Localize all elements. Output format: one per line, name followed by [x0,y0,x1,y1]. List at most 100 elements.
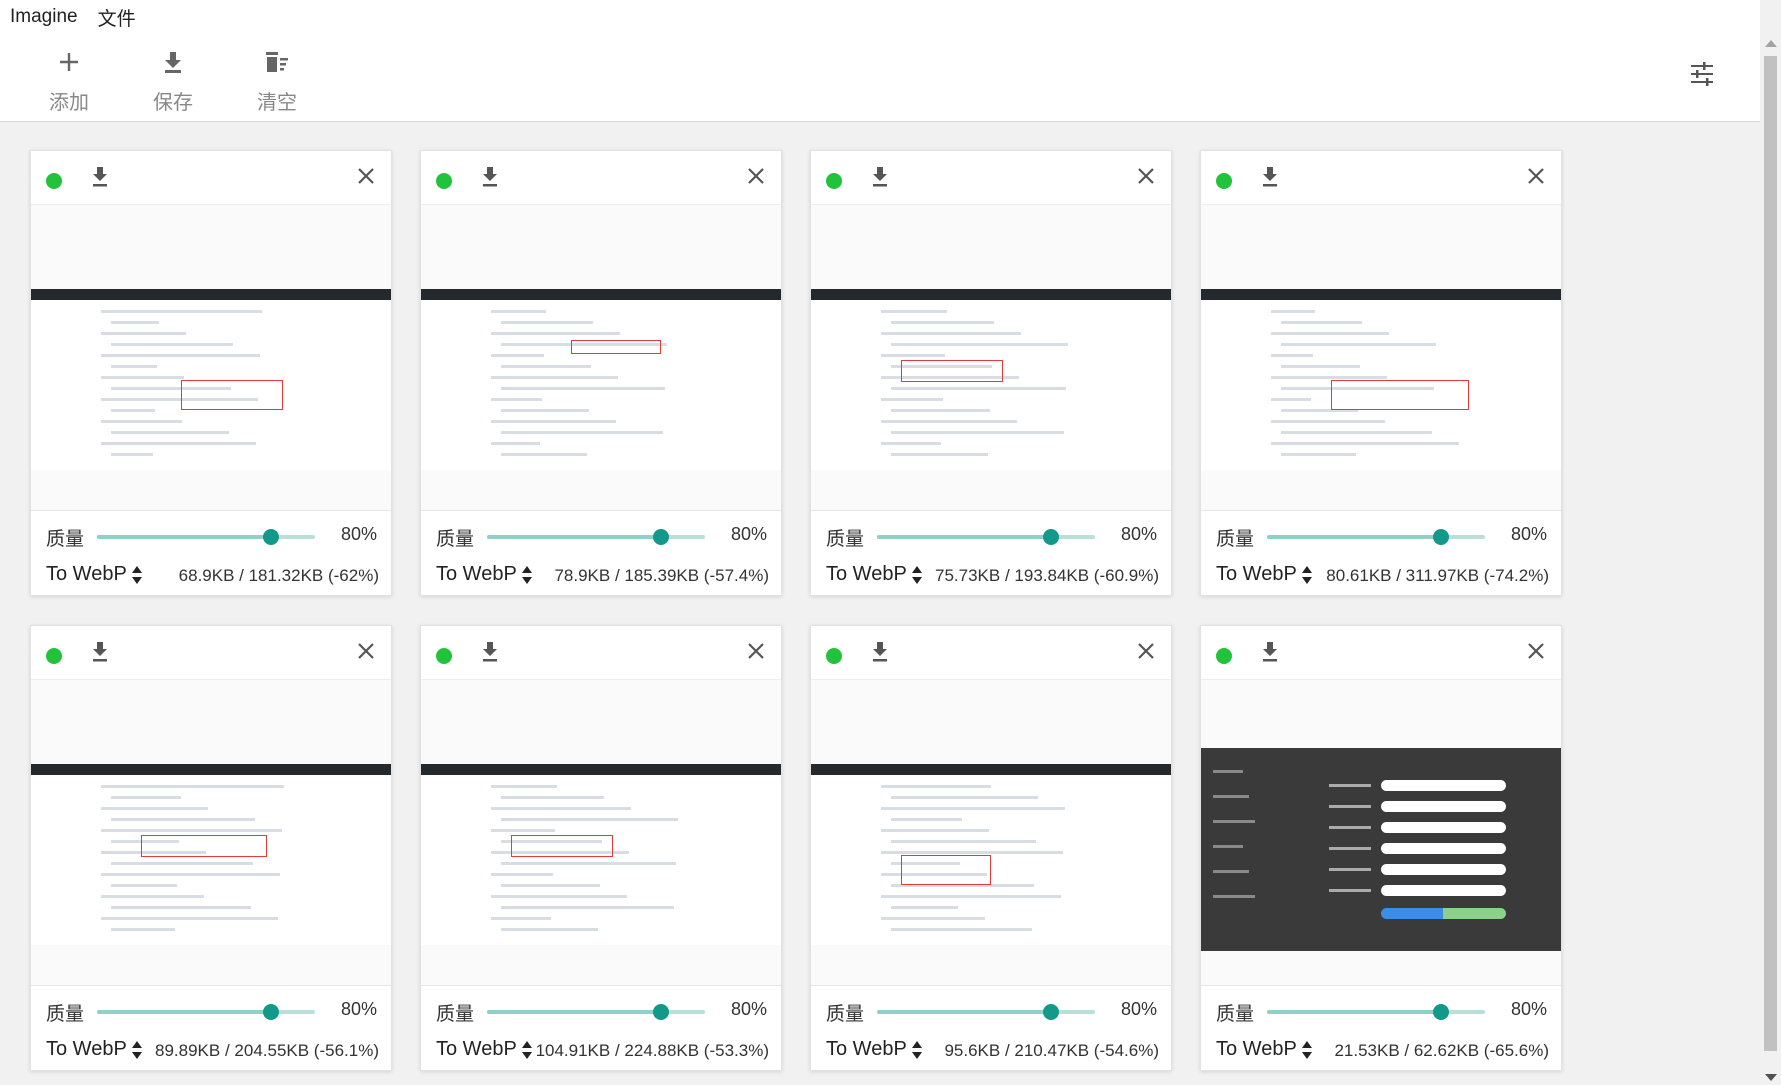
quality-slider[interactable] [877,529,1095,545]
mock-text-line [111,862,253,865]
mock-github-header [421,764,781,775]
quality-slider-knob[interactable] [653,1004,670,1020]
remove-button[interactable] [1135,165,1159,189]
format-select-value: To WebP [46,1038,127,1060]
quality-row: 质量 80% [811,996,1171,1026]
mock-text-line [891,453,988,456]
quality-slider[interactable] [1267,1004,1485,1020]
mock-highlight-box [901,360,1003,382]
mock-text-line [111,928,175,931]
quality-slider[interactable] [1267,529,1485,545]
image-preview[interactable] [811,204,1171,511]
mock-text-line [491,873,553,876]
vertical-scrollbar[interactable] [1760,34,1781,1085]
remove-button[interactable] [745,640,769,664]
quality-slider-knob[interactable] [263,1004,280,1020]
save-button[interactable]: 保存 [138,46,208,116]
mock-text-line [1329,784,1371,787]
mock-text-line [891,409,990,412]
scroll-up-arrow[interactable] [1765,40,1777,47]
download-button[interactable] [89,165,115,191]
scroll-down-arrow[interactable] [1765,1074,1777,1081]
remove-button[interactable] [745,165,769,189]
image-preview[interactable] [811,679,1171,986]
quality-slider[interactable] [877,1004,1095,1020]
format-select[interactable]: To WebP [46,1038,143,1061]
format-select[interactable]: To WebP [1216,563,1313,586]
add-button[interactable]: 添加 [34,46,104,116]
format-select-value: To WebP [826,563,907,585]
download-button[interactable] [1259,165,1285,191]
image-preview[interactable] [421,679,781,986]
image-preview[interactable] [31,679,391,986]
quality-label: 质量 [826,1004,865,1025]
format-select[interactable]: To WebP [46,563,143,586]
mock-text-line [101,873,280,876]
quality-slider[interactable] [487,1004,705,1020]
image-preview[interactable] [1201,204,1561,511]
download-button[interactable] [869,640,895,666]
settings-button[interactable] [1688,60,1718,90]
mock-text-line [501,409,589,412]
mock-text-line [1213,870,1249,873]
quality-row: 质量 80% [1201,996,1561,1026]
download-button[interactable] [1259,640,1285,666]
mock-input [1381,864,1506,875]
app-name-menu[interactable]: Imagine [10,6,78,28]
download-button[interactable] [89,640,115,666]
download-icon [1263,642,1277,662]
close-icon [358,643,374,659]
mock-text-line [1271,354,1313,357]
clear-button[interactable]: 清空 [242,46,312,116]
mock-text-line [491,420,616,423]
quality-slider-knob[interactable] [263,529,280,545]
file-menu[interactable]: 文件 [98,4,136,31]
quality-slider[interactable] [97,529,315,545]
status-indicator [46,648,62,664]
image-preview[interactable] [1201,679,1561,986]
quality-label: 质量 [46,1004,85,1025]
format-select[interactable]: To WebP [826,563,923,586]
mock-github-page [31,300,391,470]
download-button[interactable] [479,640,505,666]
mock-input [1381,822,1506,833]
remove-button[interactable] [1135,640,1159,664]
download-icon [873,167,887,187]
format-select[interactable]: To WebP [1216,1038,1313,1061]
remove-button[interactable] [1525,640,1549,664]
download-button[interactable] [869,165,895,191]
remove-button[interactable] [355,165,379,189]
mock-text-line [491,895,627,898]
mock-text-line [501,431,663,434]
scrollbar-thumb[interactable] [1764,56,1777,1051]
image-preview[interactable] [31,204,391,511]
mock-text-line [111,453,153,456]
format-select[interactable]: To WebP [436,563,533,586]
mock-text-line [501,818,678,821]
download-button[interactable] [479,165,505,191]
quality-slider-knob[interactable] [1043,1004,1060,1020]
quality-slider-knob[interactable] [1043,529,1060,545]
size-info: 21.53KB / 62.62KB (-65.6%) [1334,1041,1549,1060]
format-select[interactable]: To WebP [436,1038,533,1061]
format-select[interactable]: To WebP [826,1038,923,1061]
image-preview[interactable] [421,204,781,511]
quality-label: 质量 [1216,529,1255,550]
quality-slider[interactable] [487,529,705,545]
mock-text-line [1281,321,1362,324]
mock-text-line [501,862,676,865]
quality-slider-knob[interactable] [1433,529,1450,545]
remove-button[interactable] [355,640,379,664]
mock-text-line [491,917,551,920]
mock-text-line [491,354,544,357]
quality-slider[interactable] [97,1004,315,1020]
quality-slider-knob[interactable] [1433,1004,1450,1020]
remove-button[interactable] [1525,165,1549,189]
quality-slider-knob[interactable] [653,529,670,545]
mock-text-line [101,420,182,423]
image-card: 质量 80% To WebP 21.53KB / 62.62KB (-65.6%… [1200,625,1562,1071]
status-indicator [436,648,452,664]
mock-text-line [891,906,958,909]
mock-text-line [881,442,941,445]
download-icon [162,46,184,78]
